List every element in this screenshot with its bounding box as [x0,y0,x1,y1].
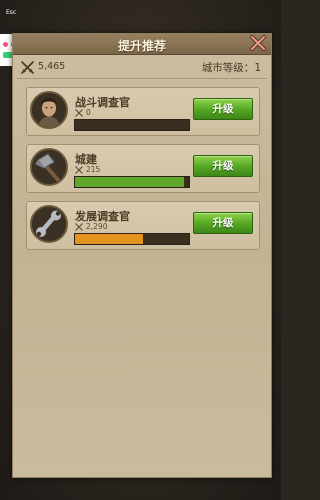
panel-header: 提升推荐 [13,34,271,55]
crossed-swords-icon [75,223,83,231]
close-icon[interactable] [249,34,267,52]
city-level-label: 城市等级： [201,62,255,74]
progress-bar-fill [75,177,185,187]
header-divider [17,78,267,79]
recommendation-card-combat-investigator: 战斗调查官 0 升级 [26,87,260,136]
card-power-value: 215 [86,165,101,174]
card-title: 战斗调查官 [75,96,130,109]
officer-portrait-icon [30,91,68,129]
esc-button[interactable]: Esc [6,9,16,16]
panel-title: 提升推荐 [117,39,166,53]
recommendation-card-city-building: 城建 215 升级 [26,144,260,193]
crossed-swords-icon [75,166,83,174]
progress-bar [74,233,190,245]
upgrade-recommendation-panel: 提升推荐 5,465 城市等级：1 战斗调查官 0 升级 城建 215 升级 发… [12,33,272,478]
card-power-value: 0 [86,108,91,117]
upgrade-button[interactable]: 升级 [193,212,253,234]
widget-left-eye-icon [3,42,8,47]
recommendation-card-development-investigator: 发展调查官 2,290 升级 [26,201,260,250]
hammer-icon [30,148,68,186]
crossed-swords-icon [21,61,34,74]
city-level: 城市等级：1 [202,60,261,75]
game-screen: Esc 提升推荐 5,465 城市等级：1 战斗调查官 0 升级 城建 215 … [0,0,281,500]
total-power-value: 5,465 [38,61,66,72]
city-level-value: 1 [254,62,261,74]
card-power-value: 2,290 [86,222,108,231]
wrench-icon [30,205,68,243]
crossed-swords-icon [75,109,83,117]
upgrade-button[interactable]: 升级 [193,98,253,120]
progress-bar-fill [75,234,144,244]
progress-bar [74,176,190,188]
power-info-row: 5,465 城市等级：1 [21,60,263,76]
upgrade-button[interactable]: 升级 [193,155,253,177]
progress-bar [74,119,190,131]
